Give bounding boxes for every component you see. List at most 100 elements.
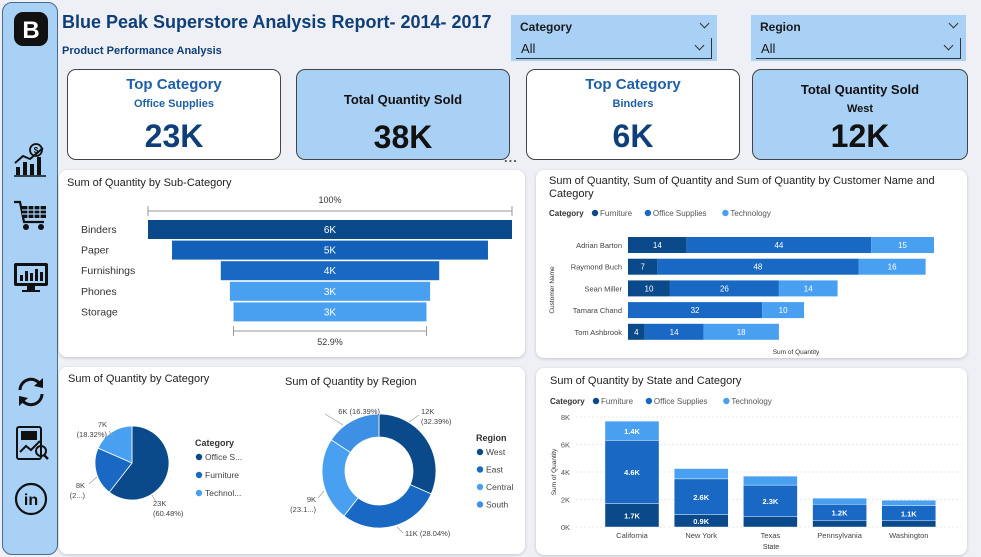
column-segment [881,499,936,506]
kpi-title: Total Quantity Sold [800,82,920,97]
donut-slice [321,439,359,517]
kpi-value: 12K [830,118,890,154]
region-dropdown-value: All [761,41,776,56]
category-region-panel: Sum of Quantity by Category Sum of Quant… [59,367,525,554]
axis-category-label: Adrian Barton [576,241,622,250]
svg-text:in: in [24,492,38,509]
funnel-category-label: Furnishings [81,265,135,277]
legend-label: Technology [730,209,770,218]
funnel-data-label: 3K [324,307,337,318]
x-tick-label: New York [685,531,717,540]
report-icon[interactable] [12,424,50,462]
logo-b-icon[interactable]: B [12,10,50,48]
bar-data-label: 14 [804,284,813,293]
refresh-icon[interactable] [12,373,50,411]
bar-data-label: 18 [737,328,746,337]
kpi-subtitle: West [846,103,874,115]
axis-category-label: Tom Ashbrook [574,328,622,337]
column-segment [743,475,798,486]
monitor-dashboard-icon[interactable] [12,258,50,296]
legend-label: Office Supplies [653,209,707,218]
y-tick-label: 0K [561,523,570,532]
funnel-category-label: Storage [81,306,118,318]
kpi-subtitle: Office Supplies [133,98,215,110]
y-tick-label: 8K [561,413,570,422]
bar-data-label: 26 [720,284,729,293]
kpi-value: 23K [144,118,204,154]
x-tick-label: Texas [761,531,781,540]
category-dropdown[interactable]: All [516,38,712,59]
kpi-title: Top Category [585,76,681,93]
legend-marker [476,466,484,473]
region-slicer-label: Region [760,20,801,34]
legend-label: West [486,447,506,457]
bar-data-label: 16 [888,263,897,272]
bar-data-label: 10 [779,306,788,315]
legend-label: South [486,500,508,510]
legend-label: Furniture [600,209,633,218]
kpi-title: Top Category [126,76,222,93]
legend-marker [195,489,203,497]
column-data-label: 2.6K [693,493,709,502]
legend-marker [645,397,653,405]
y-tick-label: 2K [561,496,570,505]
funnel-data-label: 4K [324,266,337,277]
legend-marker [722,209,729,217]
legend-title: Category [195,438,234,448]
pie-charts: 23K(60.48%) 8K(2...) 7K(18.32%) Category Off… [70,407,514,538]
legend-title: Category [550,397,585,406]
pie-data-label: 7K [98,420,107,429]
sidebar: B $ in [2,2,58,555]
chevron-down-icon[interactable] [948,18,959,29]
kpi-subtitle: Binders [612,98,654,110]
legend-label: Central [486,482,514,492]
legend-marker [476,448,484,456]
column-segment [812,520,867,528]
donut-data-label: 6K (16.39%) [338,407,380,416]
pie-data-label: (60.48%) [153,509,184,518]
more-options-icon[interactable]: ... [504,150,518,165]
region-dropdown[interactable]: All [756,38,961,59]
finance-chart-icon[interactable]: $ [12,141,50,179]
x-axis-title: State [763,544,779,551]
linkedin-icon[interactable]: in [12,480,50,518]
donut-leader-line [408,414,420,423]
legend-label: Furniture [601,397,634,406]
customer-panel: Sum of Quantity, Sum of Quantity and Sum… [536,170,967,358]
page-subtitle: Product Performance Analysis [62,45,222,57]
donut-data-label: 11K (28.04%) [405,529,451,538]
legend-title: Region [476,433,507,443]
bar-data-label: 4 [634,328,639,337]
funnel-data-label: 6K [324,225,337,236]
chevron-down-icon[interactable] [943,40,954,51]
bar-data-label: 48 [753,263,762,272]
funnel-top-label: 100% [318,195,341,205]
donut-data-label: (23.1...) [290,505,316,514]
bar-data-label: 32 [691,306,700,315]
legend-marker [195,471,203,479]
bar-data-label: 14 [670,328,679,337]
y-tick-label: 4K [561,468,570,477]
shopping-cart-icon[interactable] [12,196,50,234]
legend-marker [476,483,484,491]
bar-data-label: 44 [774,241,783,250]
column-data-label: 1.7K [624,511,640,520]
category-slicer-label: Category [520,20,573,34]
funnel-category-label: Paper [81,245,110,257]
svg-text:B: B [22,17,39,44]
chevron-down-icon[interactable] [699,18,710,29]
donut-data-label: 12K [421,407,434,416]
pie-leader-line [88,476,98,485]
donut-leader-line [317,490,325,499]
funnel-data-label: 5K [324,246,337,257]
category-slicer[interactable]: Category All [511,15,717,61]
chevron-down-icon[interactable] [694,40,705,51]
region-slicer[interactable]: Region All [751,15,966,61]
pie-data-label: 8K [76,481,85,490]
page-title: Blue Peak Superstore Analysis Report- 20… [62,12,492,32]
column-data-label: 1.4K [624,427,640,436]
state-panel: Sum of Quantity by State and Category Ca… [536,368,967,555]
kpi-top-region: Total Quantity Sold West 12K [752,69,968,160]
column-segment [743,516,798,528]
y-axis-title: Customer Name [549,266,556,314]
